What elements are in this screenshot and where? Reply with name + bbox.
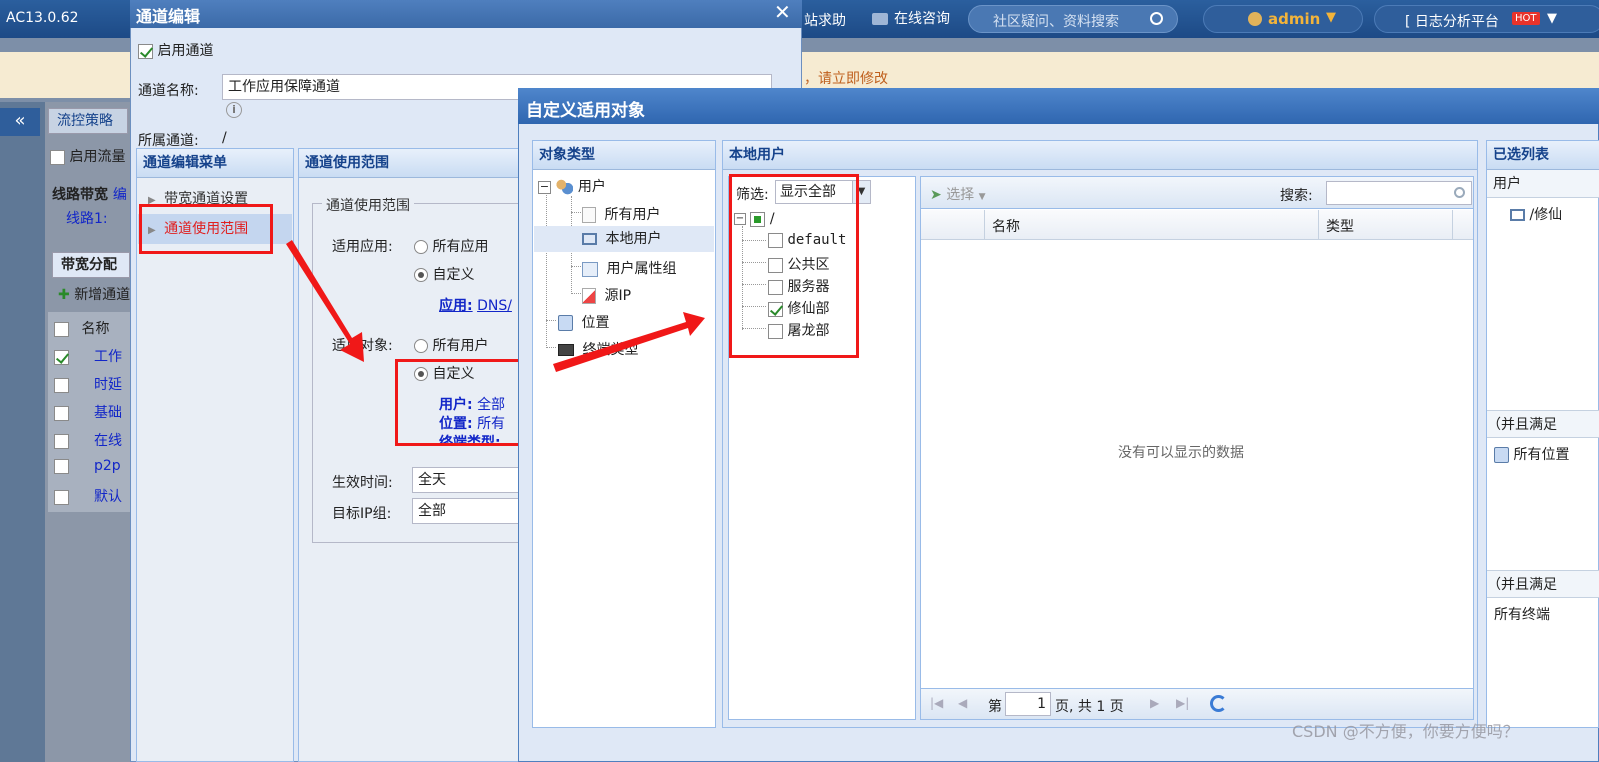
arrow-to-group-tree (553, 312, 705, 372)
annotation-arrows (286, 240, 705, 372)
tree-connector (742, 262, 766, 263)
tree-connector (742, 328, 766, 329)
arrow-to-custom-object (286, 240, 364, 362)
tree-connector (742, 306, 766, 307)
tree-connector (742, 240, 766, 241)
tree-connector (742, 284, 766, 285)
watermark: CSDN @不方便，你要方便吗？ (1292, 722, 1519, 741)
